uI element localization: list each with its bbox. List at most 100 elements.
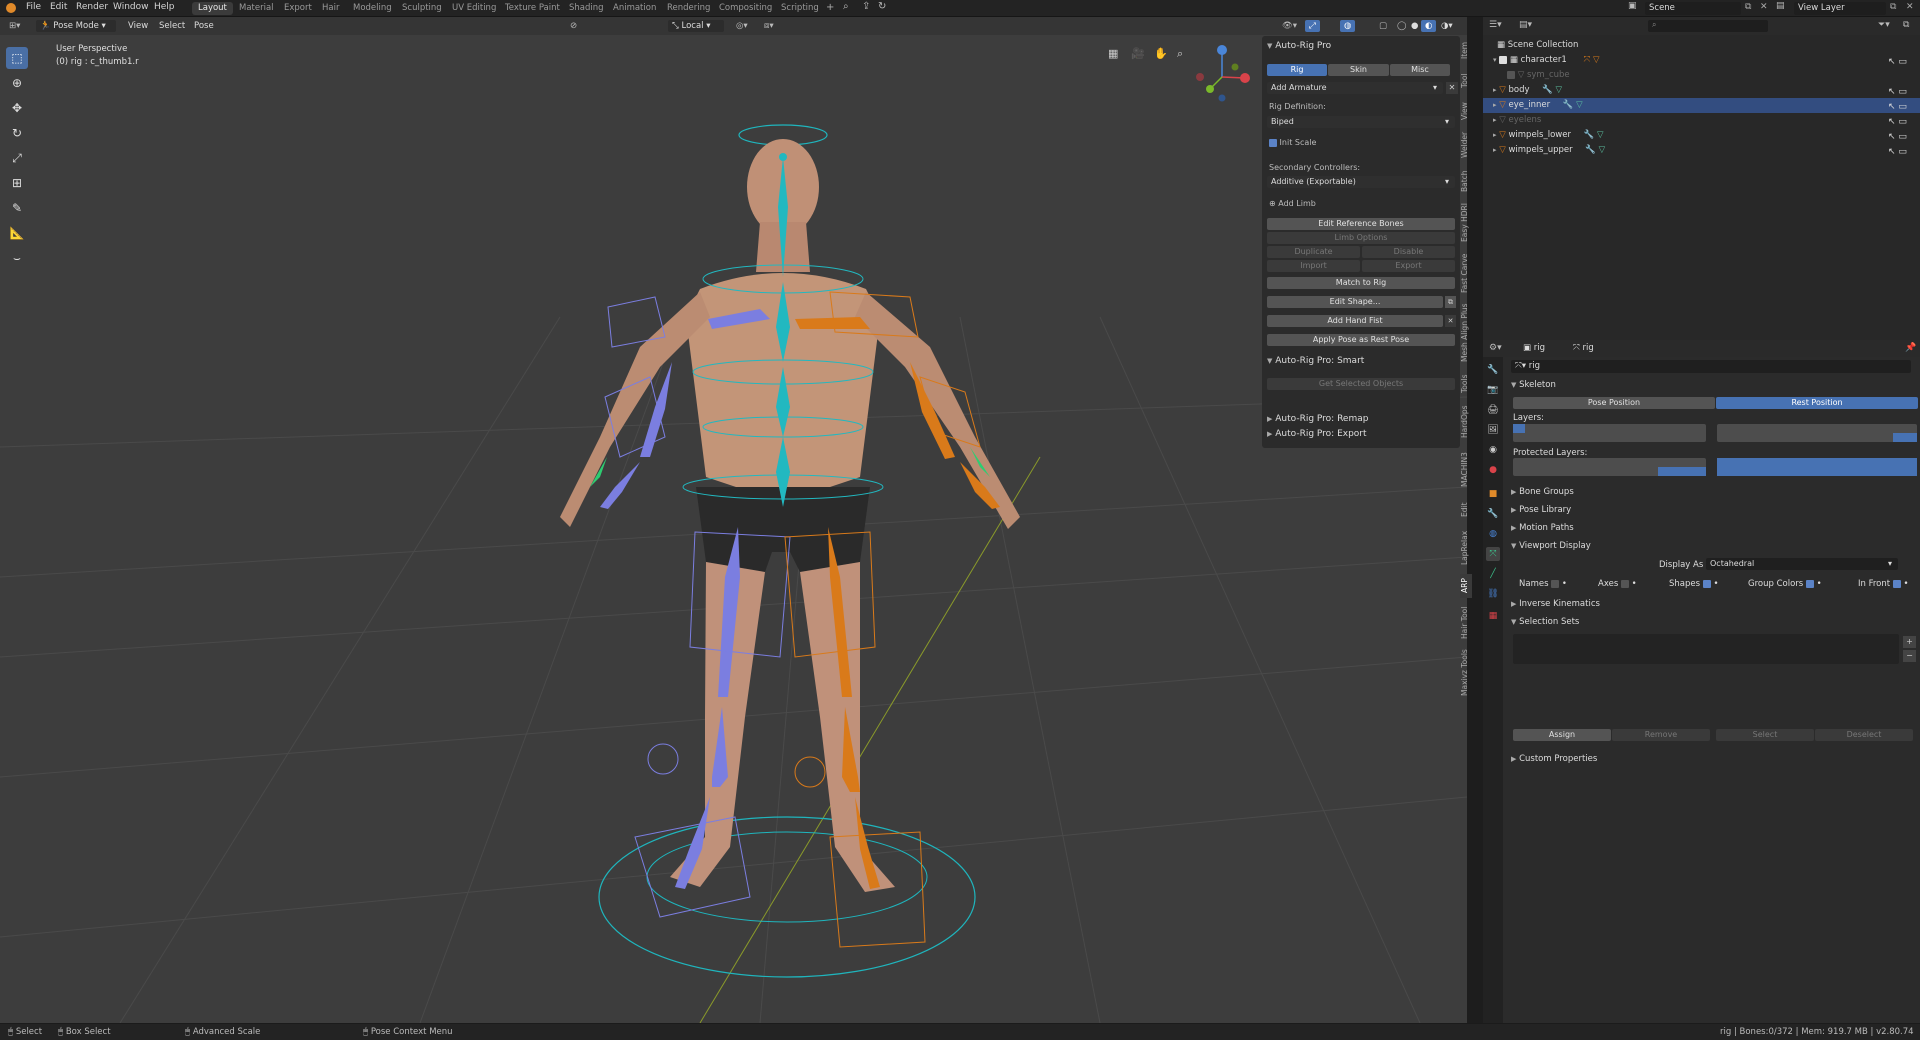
delete-view-layer-icon[interactable]: ✕ [1906,2,1914,12]
annotate-tool-icon[interactable]: ✎ [6,197,28,219]
menu-pose[interactable]: Pose [190,20,218,32]
world-tab-icon[interactable]: ● [1486,463,1500,477]
new-scene-icon[interactable]: ⧉ [1745,2,1751,12]
tab-scripting[interactable]: Scripting [775,2,825,15]
tab-batch[interactable]: Batch [1460,166,1472,196]
measure-tool-icon[interactable]: 📐 [6,222,28,244]
add-limb-dropdown[interactable]: ⊕ Add Limb [1269,199,1316,208]
secondary-controllers-dropdown[interactable]: Additive (Exportable) ▾ [1267,176,1455,188]
arp-smart-title[interactable]: ▼ Auto-Rig Pro: Smart [1267,356,1364,366]
snap-icon[interactable]: ⧈▾ [760,20,778,32]
menu-render[interactable]: Render [76,2,108,12]
selection-sets-section[interactable]: ▼ Selection Sets [1511,617,1579,627]
armature-data-tab-icon[interactable]: ⤧ [1486,547,1500,561]
pose-position-button[interactable]: Pose Position [1513,397,1715,409]
deselect-button[interactable]: Deselect [1815,729,1913,741]
tab-animation[interactable]: Animation [607,2,662,15]
assign-button[interactable]: Assign [1513,729,1611,741]
remove-hand-fist-icon[interactable]: ✕ [1445,315,1456,327]
zoom-icon[interactable]: ⌕ [1177,47,1183,61]
get-selected-objects-button[interactable]: Get Selected Objects [1267,378,1455,390]
bone-groups-section[interactable]: ▶ Bone Groups [1511,487,1574,497]
export-button[interactable]: Export [1362,260,1455,272]
python-icon[interactable]: ⊘ [566,20,581,32]
refresh-icon[interactable]: ↻ [878,1,886,12]
visibility-icon[interactable]: 👁▾ [1278,20,1301,32]
edit-reference-bones-button[interactable]: Edit Reference Bones [1267,218,1455,230]
tab-misc[interactable]: Misc [1390,64,1450,76]
filter-icon[interactable]: ⏷▾ [1878,20,1890,30]
add-armature-dropdown[interactable]: Add Armature ▾ [1267,82,1443,94]
render-tab-icon[interactable]: 📷 [1486,383,1500,397]
tab-maxivz-tools[interactable]: Maxivz Tools [1460,648,1472,698]
rig-definition-dropdown[interactable]: Biped ▾ [1267,116,1455,128]
axes-checkbox[interactable]: Axes • [1598,579,1637,589]
outliner-row-eyelens[interactable]: ▸ ▽ eyelens [1483,113,1920,128]
outliner-row-sym-cube[interactable]: ▽ sym_cube [1483,68,1920,83]
camera-icon[interactable]: 🎥 [1131,47,1145,60]
physics-tab-icon[interactable]: ◍ [1486,527,1500,541]
pin-icon[interactable]: 📌 [1905,343,1916,353]
toggle-camera-view-icon[interactable]: ▦ [1108,47,1118,60]
remove-selection-set-icon[interactable]: − [1903,650,1916,662]
disable-button[interactable]: Disable [1362,246,1455,258]
tab-fast-carve[interactable]: Fast Carve [1460,250,1472,296]
material-shading-icon[interactable]: ◐ [1421,20,1437,32]
tab-hair[interactable]: Hair [316,2,345,15]
tab-edit[interactable]: Edit [1460,498,1472,522]
outliner-row-wimpels-upper[interactable]: ▸ ▽ wimpels_upper 🔧 ▽ [1483,143,1920,158]
texture-tab-icon[interactable]: ▦ [1486,609,1500,623]
viewport-display-section[interactable]: ▼ Viewport Display [1511,541,1591,551]
transform-tool-icon[interactable]: ⊞ [6,172,28,194]
tool-tab-icon[interactable]: 🔧 [1486,363,1500,377]
object-tab-icon[interactable]: ■ [1486,487,1500,501]
match-to-rig-button[interactable]: Match to Rig [1267,277,1455,289]
rendered-shading-icon[interactable]: ◑▾ [1437,20,1457,32]
import-button[interactable]: Import [1267,260,1360,272]
motion-paths-section[interactable]: ▶ Motion Paths [1511,523,1574,533]
menu-edit[interactable]: Edit [50,2,67,12]
shapes-checkbox[interactable]: Shapes • [1669,579,1718,589]
edit-shape-button[interactable]: Edit Shape... [1267,296,1443,308]
search-icon[interactable]: ⌕ [843,1,849,12]
in-front-checkbox[interactable]: In Front • [1858,579,1909,589]
tab-texture-paint[interactable]: Texture Paint [499,2,566,15]
remove-button[interactable]: Remove [1612,729,1710,741]
tab-machin3[interactable]: MACHIN3 [1460,446,1472,494]
tab-mesh-align-plus[interactable]: Mesh Align Plus [1460,300,1472,366]
menu-select[interactable]: Select [155,20,189,32]
modifier-tab-icon[interactable]: 🔧 [1486,507,1500,521]
apply-pose-as-rest-button[interactable]: Apply Pose as Rest Pose [1267,334,1455,346]
tab-view[interactable]: View [1460,98,1472,124]
overlay-toggle-icon[interactable]: ◍ [1340,20,1356,32]
tab-hair-tool[interactable]: Hair Tool [1460,602,1472,644]
delete-scene-icon[interactable]: ✕ [1760,2,1768,12]
properties-editor-type-icon[interactable]: ⚙▾ [1489,343,1502,353]
move-tool-icon[interactable]: ✥ [6,97,28,119]
display-mode-icon[interactable]: ▤▾ [1519,20,1532,30]
tab-welder[interactable]: Welder [1460,128,1472,162]
menu-view[interactable]: View [124,20,152,32]
blender-logo-icon[interactable] [6,3,16,13]
tab-uv-editing[interactable]: UV Editing [446,2,502,15]
view-layer-selector[interactable]: View Layer [1794,2,1886,15]
rest-position-button[interactable]: Rest Position [1716,397,1918,409]
tab-item[interactable]: Item [1460,36,1472,64]
scene-collection-row[interactable]: ▦ Scene Collection [1483,38,1920,53]
gizmo-toggle-icon[interactable]: ⤢ [1305,20,1320,32]
add-hand-fist-button[interactable]: Add Hand Fist [1267,315,1443,327]
tab-material[interactable]: Material [233,2,280,15]
pose-library-section[interactable]: ▶ Pose Library [1511,505,1571,515]
object-breadcrumb[interactable]: ▣ rig [1523,343,1545,353]
tab-rig[interactable]: Rig [1267,64,1327,76]
outliner-search-input[interactable]: ⌕ [1648,20,1768,32]
tab-modeling[interactable]: Modeling [347,2,398,15]
data-breadcrumb[interactable]: ⤧ rig [1573,343,1594,353]
limb-options-button[interactable]: Limb Options [1267,232,1455,244]
add-selection-set-icon[interactable]: + [1903,636,1916,648]
tab-hardops[interactable]: HardOps [1460,402,1472,442]
group-colors-checkbox[interactable]: Group Colors • [1748,579,1822,589]
select-tool-icon[interactable]: ⬚ [6,47,28,69]
skeleton-section[interactable]: ▼ Skeleton [1511,380,1556,390]
scene-selector[interactable]: Scene [1645,2,1741,15]
